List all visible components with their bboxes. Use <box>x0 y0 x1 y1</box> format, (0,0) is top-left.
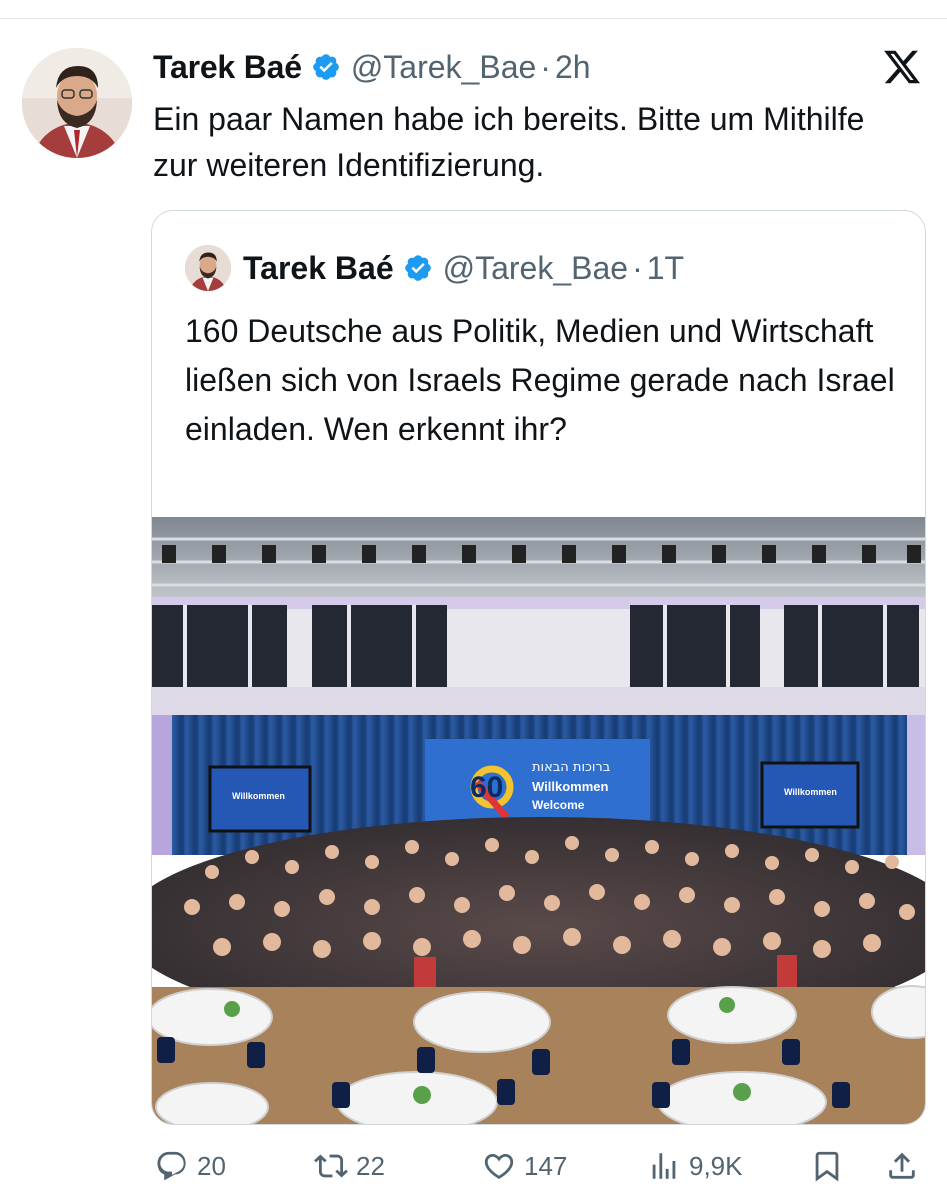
author-name[interactable]: Tarek Baé <box>153 49 302 86</box>
author-handle[interactable]: @Tarek_Bae <box>351 49 536 86</box>
banner-hebrew-text: ברוכות הבאות <box>532 760 610 775</box>
tweet-header: Tarek Baé @Tarek_Bae · 2h <box>153 44 591 90</box>
repost-button[interactable]: 22 <box>314 1140 385 1192</box>
quoted-author-name: Tarek Baé <box>243 249 394 286</box>
like-button[interactable]: 147 <box>482 1140 567 1192</box>
like-count: 147 <box>524 1150 568 1181</box>
separator-dot: · <box>632 249 643 286</box>
reply-button[interactable]: 20 <box>155 1140 226 1192</box>
quoted-author-avatar <box>185 245 231 291</box>
screen-right-text: Willkommen <box>784 787 837 797</box>
bookmark-icon <box>810 1149 844 1183</box>
tweet-time[interactable]: 2h <box>555 49 591 86</box>
verified-badge-icon <box>311 52 341 82</box>
views-count: 9,9K <box>689 1150 743 1181</box>
tweet-text: Ein paar Namen habe ich bereits. Bitte u… <box>153 101 865 183</box>
views-button[interactable]: 9,9K <box>647 1140 743 1192</box>
screen-left-text: Willkommen <box>232 791 285 801</box>
x-logo-icon[interactable] <box>882 47 922 87</box>
quoted-tweet-header: Tarek Baé @Tarek_Bae · 1T <box>185 245 685 291</box>
share-icon <box>885 1149 919 1183</box>
banner-willkommen-text: Willkommen <box>532 779 609 794</box>
bookmark-button[interactable] <box>810 1140 844 1192</box>
reply-icon <box>155 1149 189 1183</box>
views-icon <box>647 1149 681 1183</box>
tweet-action-bar: 20 22 147 9,9K <box>0 1140 947 1192</box>
author-avatar[interactable] <box>22 48 132 158</box>
quoted-author-handle: @Tarek_Bae <box>442 249 629 286</box>
repost-icon <box>314 1149 348 1183</box>
quoted-tweet-text: 160 Deutsche aus Politik, Medien und Wir… <box>185 313 895 447</box>
share-button[interactable] <box>885 1140 919 1192</box>
top-divider <box>0 18 947 19</box>
reply-count: 20 <box>197 1150 226 1181</box>
banner-number: 60 <box>470 771 503 804</box>
quoted-tweet-card[interactable]: Tarek Baé @Tarek_Bae · 1T 160 Deutsche a… <box>151 210 926 1125</box>
verified-badge-icon <box>403 253 433 283</box>
separator-dot: · <box>540 48 551 85</box>
quoted-tweet-photo[interactable]: 60 ברוכות הבאות Willkommen Welcome Willk… <box>152 517 925 1124</box>
banner-welcome-text: Welcome <box>532 798 585 812</box>
repost-count: 22 <box>356 1150 385 1181</box>
quoted-tweet-time: 1T <box>646 249 685 286</box>
like-icon <box>482 1149 516 1183</box>
